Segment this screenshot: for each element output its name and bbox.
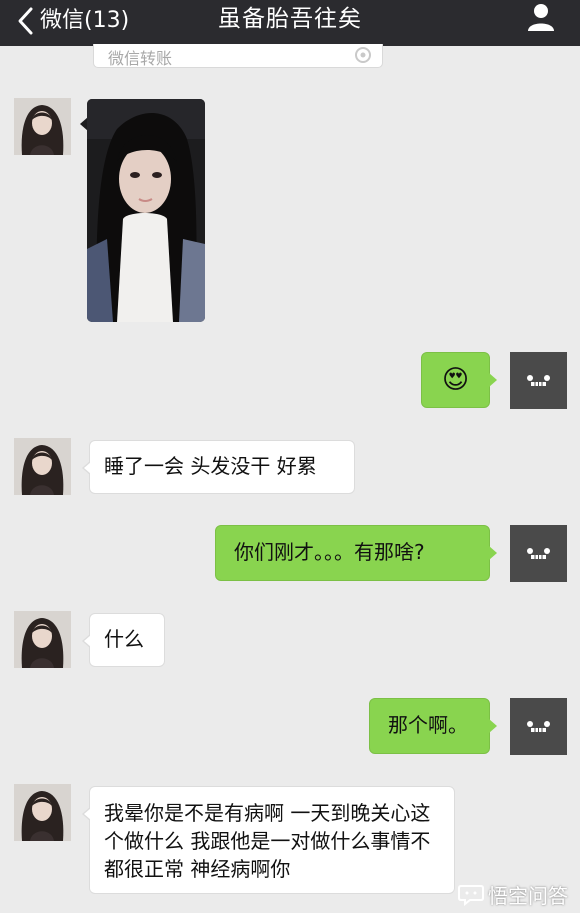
contact-avatar[interactable] — [14, 438, 71, 495]
message-text: 我晕你是不是有病啊 一天到晚关心这个做什么 我跟他是一对做什么事情不都很正常 神… — [104, 801, 431, 881]
message-bubble-sent[interactable]: 那个啊。 — [369, 698, 497, 754]
message-bubble-received[interactable]: 我晕你是不是有病啊 一天到晚关心这个做什么 我跟他是一对做什么事情不都很正常 神… — [82, 786, 455, 894]
contact-avatar-image — [14, 438, 71, 495]
message-text: 那个啊。 — [388, 713, 468, 737]
message-image[interactable] — [87, 99, 205, 322]
my-avatar[interactable] — [510, 352, 567, 409]
my-avatar[interactable] — [510, 698, 567, 755]
watermark-text: 悟空问答 — [488, 884, 568, 908]
contact-avatar[interactable] — [14, 784, 71, 841]
selfie-photo — [87, 99, 205, 322]
emoji-heart-eyes: 😍 — [441, 365, 470, 395]
message-bubble-sent[interactable]: 😍 — [421, 352, 497, 408]
speech-bubble-icon — [458, 884, 484, 906]
contact-avatar-image — [14, 611, 71, 668]
contact-avatar[interactable] — [14, 98, 71, 155]
transfer-card[interactable]: 微信转账 — [93, 44, 383, 68]
contact-avatar[interactable] — [14, 611, 71, 668]
message-text: 什么 — [104, 627, 144, 651]
my-avatar-image — [510, 525, 567, 582]
my-avatar[interactable] — [510, 525, 567, 582]
chat-title: 虽备胎吾往矣 — [218, 6, 362, 32]
my-avatar-image — [510, 352, 567, 409]
message-text: 你们刚才。。。有那啥? — [234, 540, 425, 564]
transfer-label: 微信转账 — [108, 49, 173, 68]
message-bubble-received[interactable]: 睡了一会 头发没干 好累 — [82, 440, 355, 494]
wechat-pay-icon — [355, 47, 371, 63]
person-icon[interactable] — [526, 2, 556, 32]
watermark: 悟空问答 — [458, 880, 568, 909]
nav-bar: 微信(13) 虽备胎吾往矣 — [0, 0, 580, 46]
contact-avatar-image — [14, 98, 71, 155]
message-bubble-received[interactable]: 什么 — [82, 613, 165, 667]
message-text: 睡了一会 头发没干 好累 — [104, 454, 317, 478]
contact-avatar-image — [14, 784, 71, 841]
my-avatar-image — [510, 698, 567, 755]
message-bubble-sent[interactable]: 你们刚才。。。有那啥? — [215, 525, 497, 581]
